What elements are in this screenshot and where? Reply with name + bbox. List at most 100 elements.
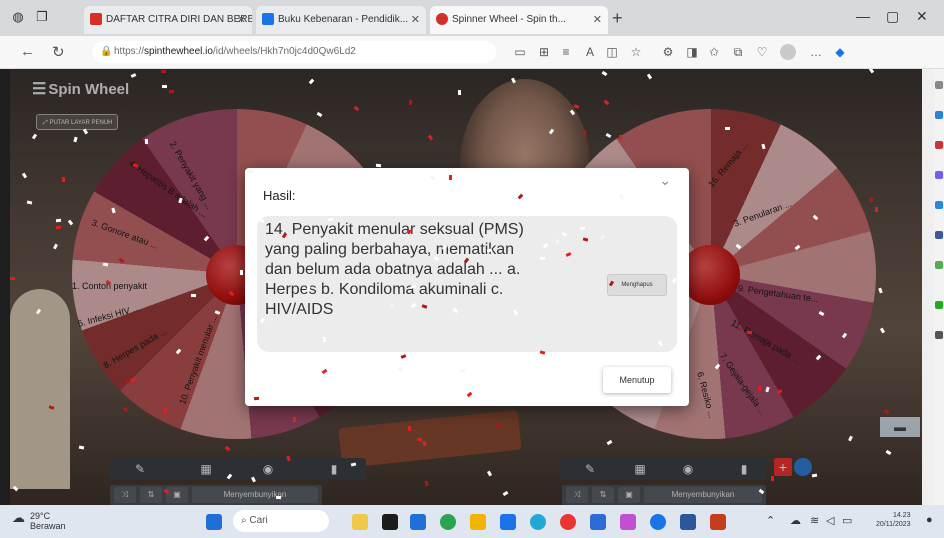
weather-temp: 29°C (30, 511, 51, 521)
url-domain: spinthewheel.io (144, 46, 213, 57)
task-view-icon[interactable] (382, 514, 398, 530)
result-box: 14. Penyakit menular seksual (PMS) yang … (257, 216, 677, 352)
taskbar-search[interactable]: ⌕ Cari (233, 510, 329, 532)
confetti-piece (275, 495, 282, 500)
back-icon[interactable]: ← (20, 43, 35, 60)
profile-avatar[interactable] (780, 44, 796, 60)
maximize-button[interactable]: ▢ (886, 8, 899, 25)
url-field[interactable]: 🔒 https://spinthewheel.io/id/wheels/Hkh7… (92, 41, 496, 63)
windows-taskbar: ☁ 29°C Berawan ⌕ Cari ⌃ ☁ ≋ ◁ ▭ 14.23 20… (0, 505, 944, 538)
confetti-piece (375, 163, 382, 168)
confetti-piece (10, 277, 15, 280)
confetti-piece (168, 89, 175, 94)
immersive-icon[interactable]: ≡ (558, 44, 574, 60)
edge-icon[interactable] (530, 514, 546, 530)
confetti-piece (55, 225, 62, 230)
confetti-piece (130, 377, 137, 382)
battery-icon[interactable]: ▭ (842, 514, 852, 527)
dialog-title: Hasil: (263, 188, 296, 203)
scroll-collapse-button[interactable]: ▬ (880, 417, 920, 437)
cloud-tray-icon[interactable]: ☁ (790, 514, 801, 527)
delete-result-button[interactable]: Menghapus (607, 274, 667, 296)
chrome-icon[interactable] (440, 514, 456, 530)
split-icon[interactable]: ◫ (604, 44, 620, 60)
tab-label: Spinner Wheel - Spin th... (452, 14, 566, 25)
search-sidebar-icon[interactable] (935, 81, 943, 89)
powerpoint-icon[interactable] (710, 514, 726, 530)
confetti-piece (725, 127, 730, 130)
confetti-piece (448, 174, 453, 181)
read-aloud-icon[interactable]: A (582, 44, 598, 60)
dialog-collapse-icon[interactable]: ⌄ (659, 172, 671, 189)
split-screen-icon[interactable]: ◨ (684, 44, 700, 60)
volume-icon[interactable]: ◁ (826, 514, 834, 527)
url-path: /id/wheels/Hkh7n0jc4d0Qw6Ld2 (212, 46, 356, 57)
tab-favicon-icon (262, 13, 274, 25)
more-menu-icon[interactable]: … (808, 44, 824, 60)
tray-overflow-icon[interactable]: ⌃ (766, 514, 775, 527)
extensions-icon[interactable]: ⚙ (660, 44, 676, 60)
favorites-icon[interactable]: ✩ (706, 44, 722, 60)
refresh-icon[interactable]: ↻ (52, 43, 65, 61)
close-dialog-button[interactable]: Menutup (603, 367, 671, 393)
add-sidebar-icon[interactable] (935, 331, 943, 339)
chat-icon[interactable] (410, 514, 426, 530)
weather-cloud-icon: ☁ (12, 510, 25, 525)
url-prefix: https:// (114, 46, 145, 57)
tab-daftar[interactable]: DAFTAR CITRA DIRI DAN BERBUAT ✕ (84, 6, 252, 34)
notification-icon[interactable]: ● (926, 514, 933, 526)
file-explorer-icon[interactable] (470, 514, 486, 530)
lock-icon: 🔒 (100, 46, 113, 57)
store-icon[interactable] (500, 514, 516, 530)
drop-sidebar-icon[interactable] (935, 301, 943, 309)
performance-icon[interactable]: ♡ (754, 44, 770, 60)
windows-start-icon[interactable] (206, 514, 222, 530)
shopping-sidebar-icon[interactable] (935, 141, 943, 149)
mail-icon[interactable] (590, 514, 606, 530)
close-window-button[interactable]: ✕ (916, 8, 928, 25)
tab-spinner-wheel[interactable]: Spinner Wheel - Spin th... ✕ (430, 6, 608, 34)
designer-icon[interactable] (620, 514, 636, 530)
copilot-icon[interactable]: ◆ (832, 44, 848, 60)
edge-sidebar (934, 69, 944, 505)
favorite-star-icon[interactable]: ☆ (628, 44, 644, 60)
confetti-piece (539, 256, 546, 261)
tab-close-icon[interactable]: ✕ (237, 6, 246, 34)
weather-widget[interactable]: ☁ 29°C Berawan (12, 510, 66, 531)
result-text: 14. Penyakit menular seksual (PMS) yang … (265, 221, 524, 318)
minimize-button[interactable]: — (856, 8, 870, 24)
reader-icon[interactable]: ▭ (512, 44, 528, 60)
tab-actions-icon[interactable]: ❐ (34, 9, 50, 25)
page-scrollbar[interactable] (922, 69, 934, 505)
taskbar-clock[interactable]: 14.23 20/11/2023 (876, 511, 911, 529)
wifi-icon[interactable]: ≋ (810, 514, 819, 527)
collections-icon[interactable]: ⧉ (730, 44, 746, 60)
tab-buku[interactable]: Buku Kebenaran - Pendidik... ✕ (256, 6, 426, 34)
new-tab-icon[interactable]: + (612, 8, 623, 29)
confetti-piece (292, 416, 297, 423)
games-sidebar-icon[interactable] (935, 231, 943, 239)
chrome-alt-icon[interactable] (650, 514, 666, 530)
office-sidebar-icon[interactable] (935, 261, 943, 269)
tab-label: Buku Kebenaran - Pendidik... (278, 14, 409, 25)
tab-close-icon[interactable]: ✕ (593, 6, 602, 34)
weather-desc: Berawan (30, 521, 66, 531)
workspaces-icon[interactable]: ◍ (10, 9, 26, 25)
browser-tab-bar: ◍ ❐ DAFTAR CITRA DIRI DAN BERBUAT ✕ Buku… (0, 0, 944, 36)
media-icon[interactable] (560, 514, 576, 530)
tab-favicon-icon (90, 13, 102, 25)
word-icon[interactable] (680, 514, 696, 530)
confetti-piece (253, 396, 260, 401)
copilot-sidebar-icon[interactable] (935, 111, 943, 119)
confetti-piece (369, 188, 374, 195)
confetti-piece (422, 440, 427, 447)
confetti-piece (457, 89, 462, 96)
confetti-piece (161, 84, 168, 89)
widgets-icon[interactable] (352, 514, 368, 530)
tools-sidebar-icon[interactable] (935, 171, 943, 179)
confetti-piece (757, 385, 762, 392)
confetti-piece (160, 69, 167, 74)
outlook-sidebar-icon[interactable] (935, 201, 943, 209)
tab-close-icon[interactable]: ✕ (411, 6, 420, 34)
apps-icon[interactable]: ⊞ (536, 44, 552, 60)
